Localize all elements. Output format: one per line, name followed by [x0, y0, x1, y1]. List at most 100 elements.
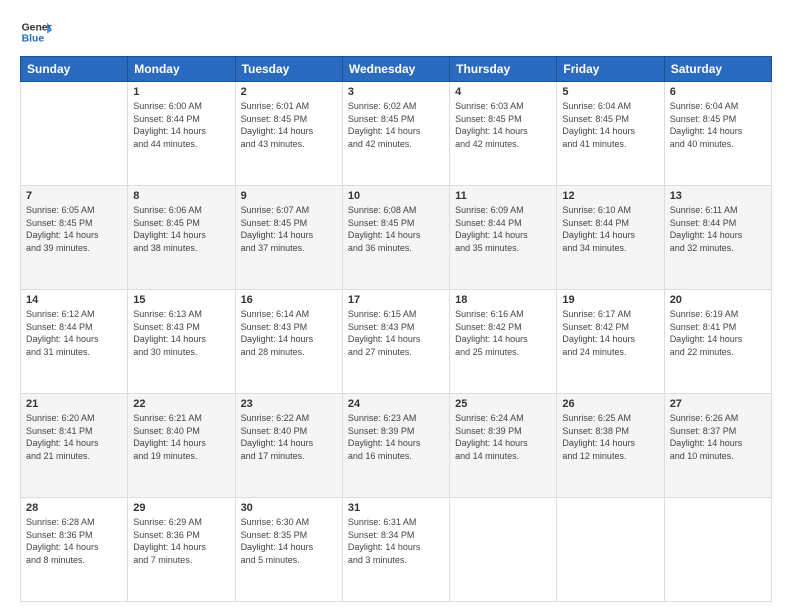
logo: General Blue [20, 16, 52, 48]
calendar-cell: 24 Sunrise: 6:23 AMSunset: 8:39 PMDayligh… [342, 394, 449, 498]
day-info: Sunrise: 6:23 AMSunset: 8:39 PMDaylight:… [348, 412, 444, 462]
day-number: 1 [133, 86, 229, 98]
page: General Blue SundayMondayTuesdayWednesda… [0, 0, 792, 612]
logo-icon: General Blue [20, 16, 52, 48]
weekday-header-thursday: Thursday [450, 57, 557, 82]
day-info: Sunrise: 6:09 AMSunset: 8:44 PMDaylight:… [455, 204, 551, 254]
day-info: Sunrise: 6:11 AMSunset: 8:44 PMDaylight:… [670, 204, 766, 254]
calendar-cell: 26 Sunrise: 6:25 AMSunset: 8:38 PMDayligh… [557, 394, 664, 498]
weekday-header-tuesday: Tuesday [235, 57, 342, 82]
calendar-cell: 4 Sunrise: 6:03 AMSunset: 8:45 PMDaylight… [450, 82, 557, 186]
calendar-week-5: 28 Sunrise: 6:28 AMSunset: 8:36 PMDayligh… [21, 498, 772, 602]
weekday-header-monday: Monday [128, 57, 235, 82]
day-info: Sunrise: 6:25 AMSunset: 8:38 PMDaylight:… [562, 412, 658, 462]
calendar-cell: 11 Sunrise: 6:09 AMSunset: 8:44 PMDayligh… [450, 186, 557, 290]
day-number: 15 [133, 294, 229, 306]
calendar-cell [450, 498, 557, 602]
day-info: Sunrise: 6:26 AMSunset: 8:37 PMDaylight:… [670, 412, 766, 462]
calendar-cell: 31 Sunrise: 6:31 AMSunset: 8:34 PMDayligh… [342, 498, 449, 602]
calendar-cell: 2 Sunrise: 6:01 AMSunset: 8:45 PMDaylight… [235, 82, 342, 186]
calendar-cell [557, 498, 664, 602]
day-number: 29 [133, 502, 229, 514]
day-info: Sunrise: 6:21 AMSunset: 8:40 PMDaylight:… [133, 412, 229, 462]
calendar-week-1: 1 Sunrise: 6:00 AMSunset: 8:44 PMDaylight… [21, 82, 772, 186]
calendar-cell: 8 Sunrise: 6:06 AMSunset: 8:45 PMDaylight… [128, 186, 235, 290]
calendar-cell: 19 Sunrise: 6:17 AMSunset: 8:42 PMDayligh… [557, 290, 664, 394]
calendar-cell: 3 Sunrise: 6:02 AMSunset: 8:45 PMDaylight… [342, 82, 449, 186]
calendar-cell: 7Sunrise: 6:05 AMSunset: 8:45 PMDaylight… [21, 186, 128, 290]
day-number: 8 [133, 190, 229, 202]
weekday-header-saturday: Saturday [664, 57, 771, 82]
day-info: Sunrise: 6:15 AMSunset: 8:43 PMDaylight:… [348, 308, 444, 358]
day-number: 2 [241, 86, 337, 98]
day-info: Sunrise: 6:29 AMSunset: 8:36 PMDaylight:… [133, 516, 229, 566]
calendar-cell: 13 Sunrise: 6:11 AMSunset: 8:44 PMDayligh… [664, 186, 771, 290]
day-info: Sunrise: 6:14 AMSunset: 8:43 PMDaylight:… [241, 308, 337, 358]
day-info: Sunrise: 6:17 AMSunset: 8:42 PMDaylight:… [562, 308, 658, 358]
day-info: Sunrise: 6:31 AMSunset: 8:34 PMDaylight:… [348, 516, 444, 566]
day-info: Sunrise: 6:19 AMSunset: 8:41 PMDaylight:… [670, 308, 766, 358]
calendar-body: 1 Sunrise: 6:00 AMSunset: 8:44 PMDaylight… [21, 82, 772, 602]
calendar-cell: 5 Sunrise: 6:04 AMSunset: 8:45 PMDaylight… [557, 82, 664, 186]
day-number: 3 [348, 86, 444, 98]
day-number: 25 [455, 398, 551, 410]
day-info: Sunrise: 6:12 AMSunset: 8:44 PMDaylight:… [26, 308, 122, 358]
weekday-header-sunday: Sunday [21, 57, 128, 82]
day-number: 12 [562, 190, 658, 202]
day-info: Sunrise: 6:01 AMSunset: 8:45 PMDaylight:… [241, 100, 337, 150]
calendar-cell [664, 498, 771, 602]
day-info: Sunrise: 6:24 AMSunset: 8:39 PMDaylight:… [455, 412, 551, 462]
day-info: Sunrise: 6:06 AMSunset: 8:45 PMDaylight:… [133, 204, 229, 254]
weekday-header-row: SundayMondayTuesdayWednesdayThursdayFrid… [21, 57, 772, 82]
day-number: 22 [133, 398, 229, 410]
calendar-cell: 10Sunrise: 6:08 AMSunset: 8:45 PMDayligh… [342, 186, 449, 290]
day-number: 23 [241, 398, 337, 410]
calendar-cell: 25 Sunrise: 6:24 AMSunset: 8:39 PMDayligh… [450, 394, 557, 498]
calendar-cell: 23Sunrise: 6:22 AMSunset: 8:40 PMDayligh… [235, 394, 342, 498]
calendar-cell: 9 Sunrise: 6:07 AMSunset: 8:45 PMDaylight… [235, 186, 342, 290]
calendar-cell: 1 Sunrise: 6:00 AMSunset: 8:44 PMDaylight… [128, 82, 235, 186]
calendar-cell: 16 Sunrise: 6:14 AMSunset: 8:43 PMDayligh… [235, 290, 342, 394]
day-number: 19 [562, 294, 658, 306]
calendar-cell: 12Sunrise: 6:10 AMSunset: 8:44 PMDayligh… [557, 186, 664, 290]
day-info: Sunrise: 6:05 AMSunset: 8:45 PMDaylight:… [26, 204, 122, 254]
calendar-cell: 29 Sunrise: 6:29 AMSunset: 8:36 PMDayligh… [128, 498, 235, 602]
day-number: 26 [562, 398, 658, 410]
calendar-cell: 27 Sunrise: 6:26 AMSunset: 8:37 PMDayligh… [664, 394, 771, 498]
day-number: 5 [562, 86, 658, 98]
header: General Blue [20, 16, 772, 48]
day-number: 31 [348, 502, 444, 514]
calendar-cell: 14 Sunrise: 6:12 AMSunset: 8:44 PMDayligh… [21, 290, 128, 394]
day-info: Sunrise: 6:28 AMSunset: 8:36 PMDaylight:… [26, 516, 122, 566]
day-number: 28 [26, 502, 122, 514]
calendar-cell: 21Sunrise: 6:20 AMSunset: 8:41 PMDayligh… [21, 394, 128, 498]
calendar-cell: 28 Sunrise: 6:28 AMSunset: 8:36 PMDayligh… [21, 498, 128, 602]
day-number: 4 [455, 86, 551, 98]
calendar-week-3: 14 Sunrise: 6:12 AMSunset: 8:44 PMDayligh… [21, 290, 772, 394]
day-info: Sunrise: 6:03 AMSunset: 8:45 PMDaylight:… [455, 100, 551, 150]
calendar-cell: 18 Sunrise: 6:16 AMSunset: 8:42 PMDayligh… [450, 290, 557, 394]
calendar-cell: 17Sunrise: 6:15 AMSunset: 8:43 PMDayligh… [342, 290, 449, 394]
day-info: Sunrise: 6:04 AMSunset: 8:45 PMDaylight:… [670, 100, 766, 150]
day-number: 30 [241, 502, 337, 514]
day-number: 18 [455, 294, 551, 306]
day-info: Sunrise: 6:30 AMSunset: 8:35 PMDaylight:… [241, 516, 337, 566]
calendar-cell: 30 Sunrise: 6:30 AMSunset: 8:35 PMDayligh… [235, 498, 342, 602]
day-number: 24 [348, 398, 444, 410]
weekday-header-wednesday: Wednesday [342, 57, 449, 82]
weekday-header-friday: Friday [557, 57, 664, 82]
day-info: Sunrise: 6:02 AMSunset: 8:45 PMDaylight:… [348, 100, 444, 150]
day-info: Sunrise: 6:13 AMSunset: 8:43 PMDaylight:… [133, 308, 229, 358]
day-number: 16 [241, 294, 337, 306]
day-number: 14 [26, 294, 122, 306]
day-number: 11 [455, 190, 551, 202]
day-number: 10 [348, 190, 444, 202]
day-number: 13 [670, 190, 766, 202]
day-number: 9 [241, 190, 337, 202]
day-info: Sunrise: 6:00 AMSunset: 8:44 PMDaylight:… [133, 100, 229, 150]
day-info: Sunrise: 6:04 AMSunset: 8:45 PMDaylight:… [562, 100, 658, 150]
day-info: Sunrise: 6:16 AMSunset: 8:42 PMDaylight:… [455, 308, 551, 358]
calendar-cell [21, 82, 128, 186]
day-number: 27 [670, 398, 766, 410]
day-info: Sunrise: 6:07 AMSunset: 8:45 PMDaylight:… [241, 204, 337, 254]
